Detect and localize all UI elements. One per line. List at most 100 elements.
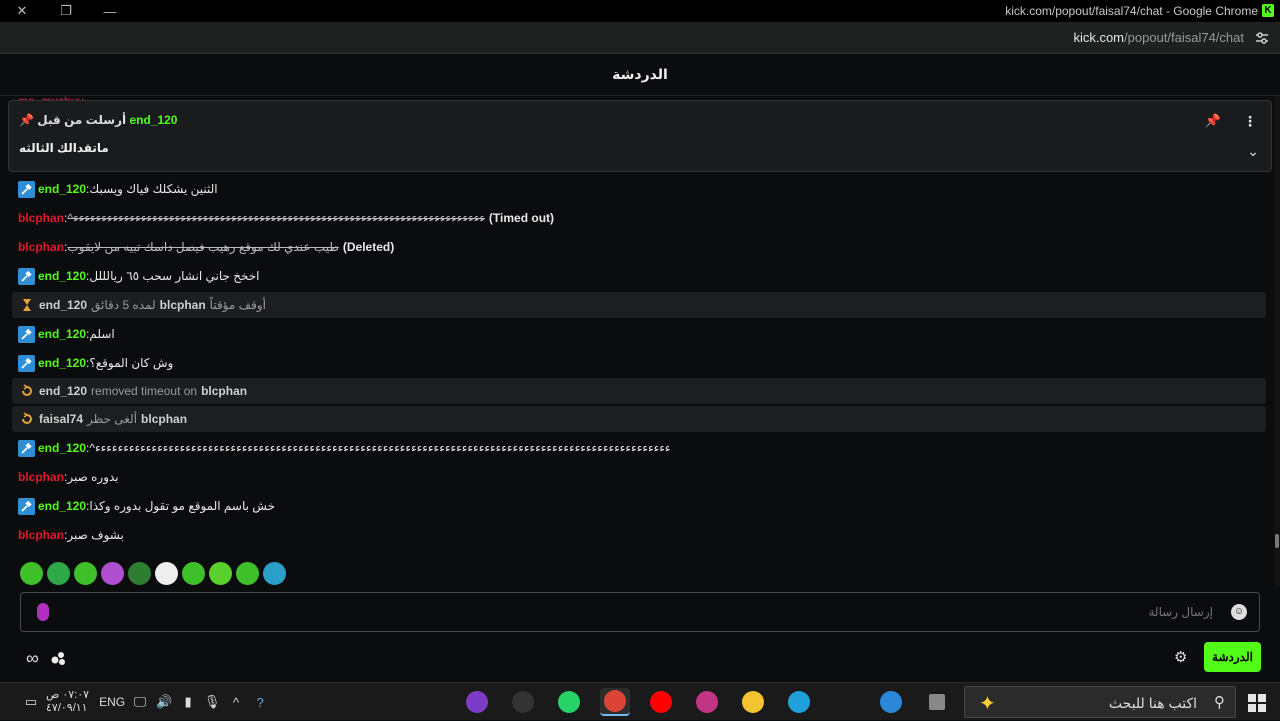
emote-5-icon[interactable] [128, 562, 151, 585]
obs-icon[interactable] [508, 688, 538, 716]
more-options-icon[interactable]: ⋮ [1243, 113, 1257, 130]
chat-username[interactable]: blcphan [18, 211, 64, 225]
emote-4-icon[interactable] [101, 562, 124, 585]
moderator-badge-icon [18, 267, 35, 285]
chat-scrollbar[interactable] [1274, 96, 1280, 586]
chat-username[interactable]: blcphan [18, 240, 64, 254]
pinned-text: ماتقدالك الثالثه [19, 141, 109, 155]
whatsapp-icon[interactable] [554, 688, 584, 716]
chat-message[interactable]: end_120: اخخخ جاني انشار سحب ٦٥ ريالللل [18, 263, 260, 289]
battery-icon[interactable]: ▮ [179, 694, 197, 710]
chat-username[interactable]: blcphan [18, 470, 64, 484]
unpin-icon[interactable]: 📌 [1205, 113, 1221, 129]
youtube-glyph [650, 691, 672, 713]
chat-message[interactable]: blcphan: بشوف صبر [18, 522, 124, 548]
moderator-badge-icon [18, 497, 35, 515]
emote-3-icon[interactable] [74, 562, 97, 585]
event-target[interactable]: blcphan [160, 298, 206, 312]
whatsapp-glyph [558, 691, 580, 713]
mail-icon[interactable] [876, 688, 906, 716]
obs-glyph [512, 691, 534, 713]
chat-header: الدردشة [0, 54, 1280, 96]
taskbar-apps [462, 688, 952, 716]
taskview-icon[interactable] [922, 688, 952, 716]
event-target[interactable]: blcphan [201, 384, 247, 398]
chat-messages[interactable]: mo_muchuu 📌 أرسلت من قبل end_120 ماتقدال… [0, 96, 1274, 586]
site-settings-icon[interactable] [1254, 30, 1270, 46]
office-icon[interactable] [692, 688, 722, 716]
infinity-icon[interactable]: ∞ [26, 648, 39, 669]
files-icon[interactable] [738, 688, 768, 716]
chat-message[interactable]: end_120: ءءءءءءءءءءءءءءءءءءءءءءءءءءءءءءء… [18, 435, 671, 461]
chevron-down-icon[interactable]: ⌄ [1247, 143, 1259, 160]
chat-username[interactable]: blcphan [18, 528, 64, 542]
network-icon[interactable]: 🖵 [131, 694, 149, 710]
chat-username[interactable]: end_120 [38, 441, 86, 455]
taskbar-search[interactable]: ✦ اكتب هنا للبحث ⚲ [964, 686, 1236, 718]
event-actor[interactable]: faisal74 [39, 412, 83, 426]
pinned-message[interactable]: 📌 أرسلت من قبل end_120 ماتقدالك الثالثه … [8, 100, 1272, 172]
youtube-icon[interactable] [646, 688, 676, 716]
gear-icon[interactable]: ⚙ [1174, 648, 1187, 666]
copilot-sparkle-icon: ✦ [979, 693, 996, 715]
emote-2-icon[interactable] [47, 562, 70, 585]
chat-text: بشوف صبر [67, 528, 124, 542]
chat-message[interactable]: blcphan: بدوره صبر [18, 464, 119, 490]
minimize-icon[interactable]: — [88, 4, 132, 19]
restore-icon[interactable]: ❐ [44, 3, 88, 19]
chrome-glyph [604, 690, 626, 712]
files-glyph [742, 691, 764, 713]
volume-icon[interactable]: 🔊 [155, 694, 173, 710]
moderation-note: (Deleted) [342, 240, 395, 254]
chat-message[interactable]: end_120: الثنين يشكلك فياك ويسبك [18, 176, 218, 202]
emote-7-icon[interactable] [182, 562, 205, 585]
event-target[interactable]: blcphan [141, 412, 187, 426]
chat-username[interactable]: end_120 [38, 327, 86, 341]
chat-username[interactable]: end_120 [38, 499, 86, 513]
moderator-badge-icon [18, 325, 35, 343]
app-1-glyph [466, 691, 488, 713]
event-actor[interactable]: end_120 [39, 298, 87, 312]
pinned-sent-by: أرسلت من قبل [37, 113, 127, 127]
community-icon[interactable] [50, 650, 66, 666]
emote-8-icon[interactable] [209, 562, 232, 585]
url-text[interactable]: kick.com/popout/faisal74/chat [1073, 30, 1244, 45]
chat-message[interactable]: blcphan: ءءءءءءءءءءءءءءءءءءءءءءءءءءءءءءء… [18, 205, 554, 231]
chat-text: اخخخ جاني انشار سحب ٦٥ ريالللل [89, 269, 260, 283]
microphone-icon[interactable]: 🎙 [203, 694, 221, 710]
chat-message[interactable]: blcphan: طيب عندي لك موقع رهيب فيصل داسك… [18, 234, 394, 260]
app-icon-1[interactable] [462, 688, 492, 716]
emote-1-icon[interactable] [20, 562, 43, 585]
chat-message[interactable]: end_120: اسلم [18, 321, 115, 347]
chrome-icon[interactable] [600, 688, 630, 716]
chat-username[interactable]: end_120 [38, 356, 86, 370]
mic-icon[interactable] [37, 603, 49, 621]
edge-icon[interactable] [784, 688, 814, 716]
event-text: لمده 5 دقائق [91, 298, 156, 312]
window-title: kick.com/popout/faisal74/chat - Google C… [1005, 4, 1258, 18]
chat-message[interactable]: end_120: خش باسم الموقع مو تقول بدوره وك… [18, 493, 275, 519]
close-icon[interactable]: ✕ [0, 3, 44, 19]
chat-username[interactable]: end_120 [38, 182, 86, 196]
emote-9-icon[interactable] [236, 562, 259, 585]
search-placeholder: اكتب هنا للبحث [1108, 695, 1197, 711]
event-actor[interactable]: end_120 [39, 384, 87, 398]
moderator-badge-icon [18, 439, 35, 457]
emoji-icon[interactable]: ☺ [1231, 604, 1247, 620]
language-indicator[interactable]: ENG [99, 695, 125, 709]
system-event: end_120 لمده 5 دقائق blcphan أوقف مؤقتاً [12, 292, 1266, 318]
chat-send-button[interactable]: الدردشة [1204, 642, 1261, 672]
message-input[interactable]: إرسال رسالة ☺ [20, 592, 1260, 632]
pinned-user[interactable]: end_120 [129, 113, 177, 127]
chat-username[interactable]: end_120 [38, 269, 86, 283]
clock[interactable]: ٠٧:٠٧ ص ٤٧/٠٩/١١ [46, 689, 89, 715]
help-icon[interactable]: ? [251, 695, 269, 710]
chat-message[interactable]: end_120: وش كان الموقع؟ [18, 350, 173, 376]
emote-10-icon[interactable] [263, 562, 286, 585]
notification-icon[interactable]: ▭ [22, 694, 40, 710]
tray-expand-icon[interactable]: ^ [227, 695, 245, 710]
emote-6-icon[interactable] [155, 562, 178, 585]
windows-start-icon[interactable] [1248, 694, 1266, 712]
windows-taskbar: ▭ ٠٧:٠٧ ص ٤٧/٠٩/١١ ENG 🖵 🔊 ▮ 🎙 ^ ? ✦ اكت… [0, 682, 1280, 720]
scrollbar-thumb[interactable] [1275, 534, 1279, 548]
